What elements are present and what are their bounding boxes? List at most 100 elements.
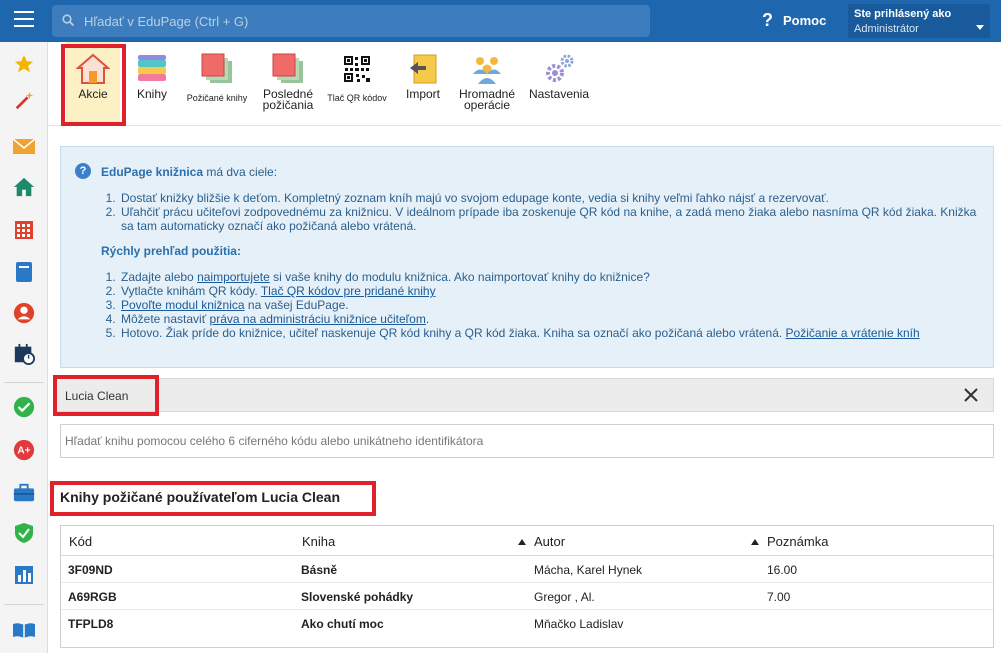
user-menu[interactable]: Ste prihlásený ako Administrátor	[848, 4, 990, 38]
highlight-box-akcie	[61, 44, 126, 126]
tlac-qr-label: Tlač QR kódov	[327, 93, 387, 103]
step-item: Vytlačte knihám QR kódy. Tlač QR kódov p…	[119, 284, 982, 298]
step-item: Hotovo. Žiak príde do knižnice, učiteľ n…	[119, 326, 982, 340]
magic-wand-icon[interactable]	[12, 89, 36, 113]
goal-item: Uľahčiť prácu učiteľovi zodpovednému za …	[119, 205, 982, 233]
import-label: Import	[405, 87, 440, 101]
help-label: Pomoc	[783, 12, 827, 28]
question-icon: ?	[762, 10, 773, 30]
highlight-box-title	[50, 481, 376, 516]
menu-icon[interactable]	[14, 11, 34, 27]
sort-arrow-icon	[518, 539, 526, 545]
posledne-pozicania-button[interactable]: Posledné požičania	[258, 42, 318, 126]
cell-autor: Mácha, Karel Hynek	[534, 563, 643, 577]
close-icon[interactable]	[963, 387, 979, 403]
posledne-line2: požičania	[262, 98, 314, 112]
user-role: Administrátor	[854, 23, 919, 35]
cell-autor: Gregor , Al.	[534, 590, 595, 604]
table-row[interactable]: A69RGB Slovenské pohádky Gregor , Al. 7.…	[61, 583, 993, 610]
goals-list: Dostať knižky bližšie k deťom. Kompletný…	[107, 191, 982, 233]
cell-kniha: Slovenské pohádky	[301, 590, 414, 604]
cell-autor: Mňačko Ladislav	[534, 617, 624, 631]
group-users-icon	[473, 57, 501, 84]
highlight-box-user	[53, 375, 159, 416]
module-toolbar: Akcie Knihy Požičané knihy Posledné požič…	[48, 42, 1001, 126]
col-poznamka[interactable]: Poznámka	[751, 534, 828, 549]
table-row[interactable]: TFPLD8 Ako chutí moc Mňačko Ladislav	[61, 610, 993, 637]
chevron-down-icon	[976, 25, 984, 30]
cell-kod: 3F09ND	[68, 563, 113, 577]
cell-kod: TFPLD8	[68, 617, 114, 631]
import-icon	[410, 54, 437, 84]
calendar-clock-icon[interactable]	[12, 342, 36, 366]
help-circle-icon: ?	[75, 163, 91, 179]
print-qr-link[interactable]: Tlač QR kódov pre pridané knihy	[261, 284, 436, 298]
library-book-icon[interactable]	[12, 618, 36, 642]
col-kod[interactable]: Kód	[69, 534, 92, 549]
cell-kod: A69RGB	[68, 590, 117, 604]
cell-poznamka: 16.00	[767, 563, 798, 577]
star-icon[interactable]	[12, 52, 36, 76]
knihy-label: Knihy	[136, 87, 168, 101]
search-icon	[62, 14, 74, 26]
import-link[interactable]: naimportujete	[197, 270, 270, 284]
hromadne-line2: operácie	[463, 98, 511, 112]
hromadne-operacie-label: Hromadné operácie	[454, 88, 520, 112]
briefcase-icon[interactable]	[12, 481, 36, 505]
shield-icon[interactable]	[12, 521, 36, 545]
gear-icon	[546, 54, 574, 82]
bar-chart-icon[interactable]	[12, 563, 36, 587]
admin-rights-link[interactable]: práva na administráciu knižnice učiteľom	[210, 312, 426, 326]
help-button[interactable]: ? Pomoc	[762, 11, 826, 29]
sidebar-divider	[4, 604, 44, 605]
goal-item: Dostať knižky bližšie k deťom. Kompletný…	[119, 191, 982, 205]
qr-code-icon	[343, 55, 371, 83]
books-stack-icon	[138, 55, 166, 81]
col-autor[interactable]: Autor	[518, 534, 565, 549]
top-bar: ? Pomoc Ste prihlásený ako Administrátor	[0, 0, 1001, 42]
pozicane-knihy-label: Požičané knihy	[186, 93, 248, 103]
quick-overview-title: Rýchly prehľad použitia:	[101, 244, 241, 258]
info-intro: EduPage knižnica má dva ciele:	[101, 165, 277, 179]
import-button[interactable]: Import	[400, 42, 446, 126]
info-title: EduPage knižnica	[101, 165, 204, 179]
enable-module-link[interactable]: Povoľte modul knižnica	[121, 298, 245, 312]
info-panel: ? EduPage knižnica má dva ciele: Dostať …	[60, 146, 994, 368]
borrow-return-link[interactable]: Požičanie a vrátenie kníh	[786, 326, 920, 340]
cell-kniha: Ako chutí moc	[301, 617, 384, 631]
user-status: Ste prihlásený ako	[854, 8, 952, 20]
borrowed-books-icon	[201, 53, 232, 83]
timetable-icon[interactable]	[12, 218, 36, 242]
search-input[interactable]	[84, 5, 634, 37]
nastavenia-button[interactable]: Nastavenia	[524, 42, 594, 126]
table-row[interactable]: 3F09ND Básně Mácha, Karel Hynek 16.00	[61, 556, 993, 583]
notebook-icon[interactable]	[12, 260, 36, 284]
step-item: Zadajte alebo naimportujete si vaše knih…	[119, 270, 982, 284]
mail-icon[interactable]	[12, 134, 36, 158]
pozicane-knihy-button[interactable]: Požičané knihy	[184, 42, 250, 126]
selected-user-bar: Lucia Clean	[56, 378, 994, 412]
step-item: Môžete nastaviť práva na administráciu k…	[119, 312, 982, 326]
book-code-input[interactable]	[60, 424, 994, 458]
borrowed-books-table: Kód Kniha Autor Poznámka 3F09ND Básně Má…	[60, 525, 994, 648]
recent-loans-icon	[272, 53, 303, 83]
posledne-pozicania-label: Posledné požičania	[258, 88, 318, 112]
home-icon[interactable]	[12, 175, 36, 199]
check-circle-icon[interactable]	[12, 395, 36, 419]
user-icon[interactable]	[12, 301, 36, 325]
steps-list: Zadajte alebo naimportujete si vaše knih…	[107, 270, 982, 340]
step-item: Povoľte modul knižnica na vašej EduPage.	[119, 298, 982, 312]
grade-badge-icon[interactable]: A+	[12, 438, 36, 462]
global-search[interactable]	[52, 5, 650, 37]
sort-arrow-icon	[751, 539, 759, 545]
knihy-button[interactable]: Knihy	[130, 42, 174, 126]
cell-kniha: Básně	[301, 563, 338, 577]
cell-poznamka: 7.00	[767, 590, 791, 604]
table-header: Kód Kniha Autor Poznámka	[61, 526, 993, 556]
nastavenia-label: Nastavenia	[528, 87, 590, 101]
tlac-qr-button[interactable]: Tlač QR kódov	[324, 42, 390, 126]
col-kniha[interactable]: Kniha	[302, 534, 335, 549]
sidebar-divider	[4, 382, 44, 383]
info-title-rest: má dva ciele:	[203, 165, 278, 179]
hromadne-operacie-button[interactable]: Hromadné operácie	[454, 42, 520, 126]
